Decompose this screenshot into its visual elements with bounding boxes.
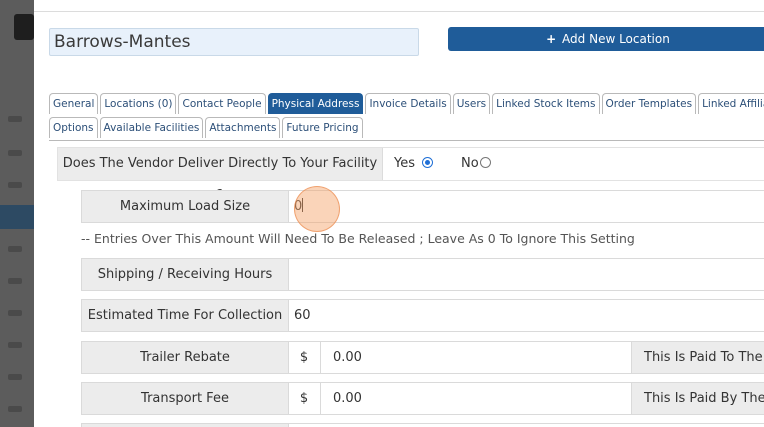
dollar-sign: $	[288, 342, 321, 373]
tab-linked-stock-items[interactable]: Linked Stock Items	[492, 93, 600, 114]
hours-row: Shipping / Receiving Hours	[81, 258, 764, 291]
click-indicator	[294, 186, 340, 232]
background-nav-icon	[8, 182, 22, 188]
max-load-row: Maximum Load Size 0	[81, 190, 764, 223]
vendor-modal: Barrows-Mantes + Add New Location Genera…	[34, 0, 764, 427]
max-load-hint: -- Entries Over This Amount Will Need To…	[81, 231, 635, 246]
background-nav-icon	[8, 116, 22, 122]
transport-fee-row: Transport Fee $ 0.00 This Is Paid By The…	[81, 382, 764, 415]
deliver-no-option[interactable]: No	[461, 148, 491, 180]
max-load-label: Maximum Load Size	[82, 191, 289, 222]
transport-fee-note: This Is Paid By The V	[631, 383, 764, 414]
deliver-yes-option[interactable]: Yes	[394, 148, 434, 180]
deliver-yes-radio[interactable]	[422, 157, 434, 168]
tab-contact-people[interactable]: Contact People	[178, 93, 266, 114]
trailer-rebate-label: Trailer Rebate	[82, 342, 289, 373]
trailer-rebate-input[interactable]: 0.00	[333, 342, 362, 373]
transport-fee-label: Transport Fee	[82, 383, 289, 414]
tab-locations[interactable]: Locations (0)	[100, 93, 177, 114]
collection-label: Estimated Time For Collection	[82, 300, 289, 331]
background-sidebar	[0, 0, 34, 427]
tabs-divider	[49, 140, 764, 141]
tab-available-facilities[interactable]: Available Facilities	[99, 117, 204, 138]
tab-attachments[interactable]: Attachments	[205, 117, 281, 138]
deliver-directly-question: Does The Vendor Deliver Directly To Your…	[58, 148, 383, 203]
add-new-location-label: Add New Location	[562, 32, 670, 46]
transport-fee-input[interactable]: 0.00	[333, 383, 362, 414]
tab-invoice-details[interactable]: Invoice Details	[365, 93, 451, 114]
deliver-directly-row: Does The Vendor Deliver Directly To Your…	[57, 147, 764, 203]
tab-row-1: General Locations (0) Contact People Physic…	[49, 93, 764, 115]
modal-divider	[34, 11, 764, 12]
trailer-rebate-row: Trailer Rebate $ 0.00 This Is Paid To Th…	[81, 341, 764, 374]
background-nav-icon	[8, 246, 22, 252]
background-nav-icon	[8, 278, 22, 284]
background-nav-icon	[8, 406, 22, 412]
tab-users[interactable]: Users	[452, 93, 491, 114]
add-new-location-button[interactable]: + Add New Location	[448, 27, 764, 51]
tab-order-templates[interactable]: Order Templates	[601, 93, 697, 114]
dollar-sign: $	[288, 383, 321, 414]
collection-row: Estimated Time For Collection 60	[81, 299, 764, 332]
deliver-no-radio[interactable]	[479, 157, 491, 168]
deliver-no-label: No	[461, 156, 479, 171]
tab-general[interactable]: General	[49, 93, 99, 114]
background-nav-icon	[8, 310, 22, 316]
tab-row-2: Options Available Facilities Attachments Fu…	[49, 117, 365, 139]
background-nav-icon	[8, 150, 22, 156]
tab-linked-affiliates[interactable]: Linked Affiliates	[698, 93, 764, 114]
tab-physical-address[interactable]: Physical Address	[267, 93, 364, 114]
next-row	[81, 423, 764, 427]
deliver-yes-label: Yes	[394, 156, 415, 171]
background-active-nav	[0, 205, 34, 229]
tab-future-pricing[interactable]: Future Pricing	[282, 117, 363, 138]
background-logo	[14, 14, 34, 40]
hours-label: Shipping / Receiving Hours	[82, 259, 289, 290]
background-nav-icon	[8, 374, 22, 380]
plus-icon: +	[546, 32, 557, 46]
tab-options[interactable]: Options	[49, 117, 98, 138]
vendor-name-field[interactable]: Barrows-Mantes	[49, 28, 419, 56]
trailer-rebate-note: This Is Paid To The V	[631, 342, 764, 373]
background-nav-icon	[8, 342, 22, 348]
collection-input[interactable]: 60	[294, 300, 311, 331]
